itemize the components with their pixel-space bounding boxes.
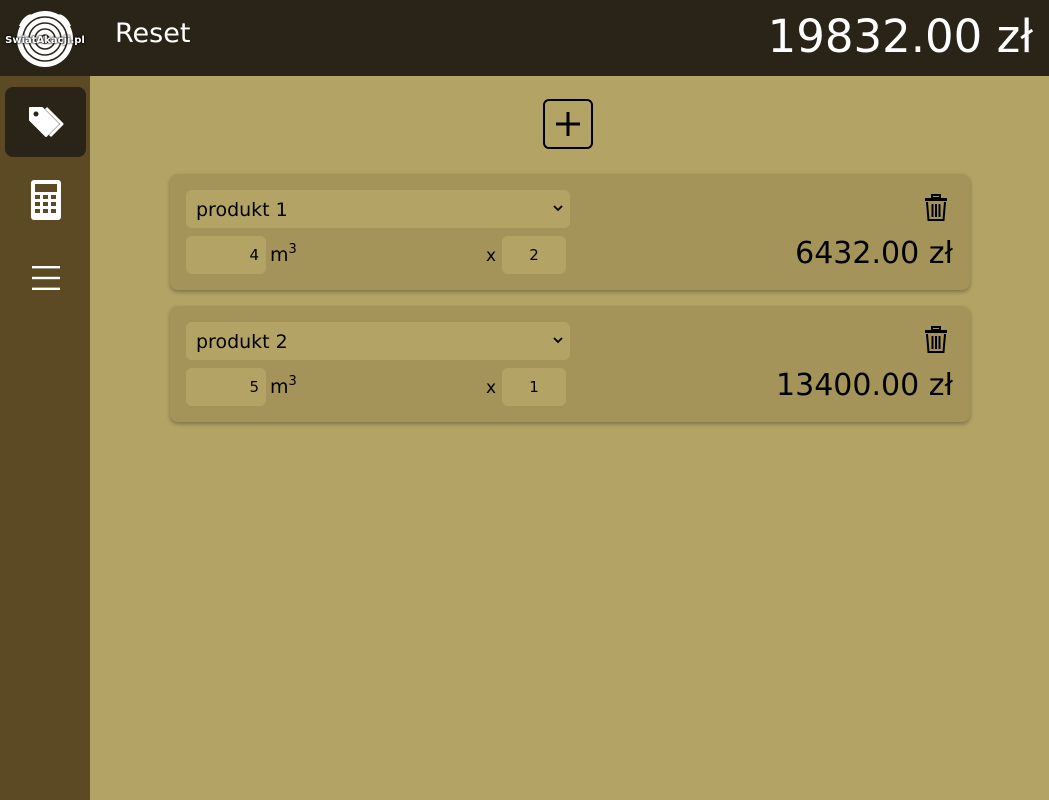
nav-item-tags[interactable] <box>5 87 86 157</box>
product-select-value: produkt 2 <box>196 331 288 353</box>
quantity-input[interactable]: 4 <box>186 236 266 274</box>
reset-button[interactable]: Reset <box>115 18 190 49</box>
multiplier-input[interactable]: 1 <box>502 368 566 406</box>
logo-text: SwiatAkacji.pl <box>5 35 85 46</box>
header: Reset 19832.00 zł <box>90 0 1049 76</box>
trash-icon <box>925 326 947 353</box>
plus-icon <box>556 112 580 136</box>
trash-icon <box>925 194 947 221</box>
total-price: 19832.00 zł <box>767 10 1033 63</box>
menu-icon <box>31 266 60 290</box>
delete-button[interactable] <box>924 194 948 226</box>
product-card: produkt 2 5 m3 x 1 13400.00 zł <box>170 306 970 422</box>
add-item-button[interactable] <box>543 99 593 149</box>
multiply-sign: x <box>486 378 497 398</box>
delete-button[interactable] <box>924 326 948 358</box>
sidebar: SwiatAkacji.pl <box>0 0 90 800</box>
tags-icon <box>28 106 63 138</box>
calculator-icon <box>30 180 61 220</box>
chevron-down-icon <box>553 337 563 344</box>
logo[interactable]: SwiatAkacji.pl <box>0 0 90 76</box>
nav-item-calculator[interactable] <box>5 165 86 235</box>
multiplier-input[interactable]: 2 <box>502 236 566 274</box>
product-card: produkt 1 4 m3 x 2 6432.00 zł <box>170 174 970 290</box>
product-select[interactable]: produkt 2 <box>186 322 570 360</box>
item-price: 6432.00 zł <box>795 236 953 271</box>
unit-label: m3 <box>270 242 297 266</box>
product-select[interactable]: produkt 1 <box>186 190 570 228</box>
unit-label: m3 <box>270 374 297 398</box>
item-price: 13400.00 zł <box>776 368 953 403</box>
product-select-value: produkt 1 <box>196 199 288 221</box>
quantity-input[interactable]: 5 <box>186 368 266 406</box>
nav-item-menu[interactable] <box>5 243 86 313</box>
multiply-sign: x <box>486 246 497 266</box>
chevron-down-icon <box>553 205 563 212</box>
